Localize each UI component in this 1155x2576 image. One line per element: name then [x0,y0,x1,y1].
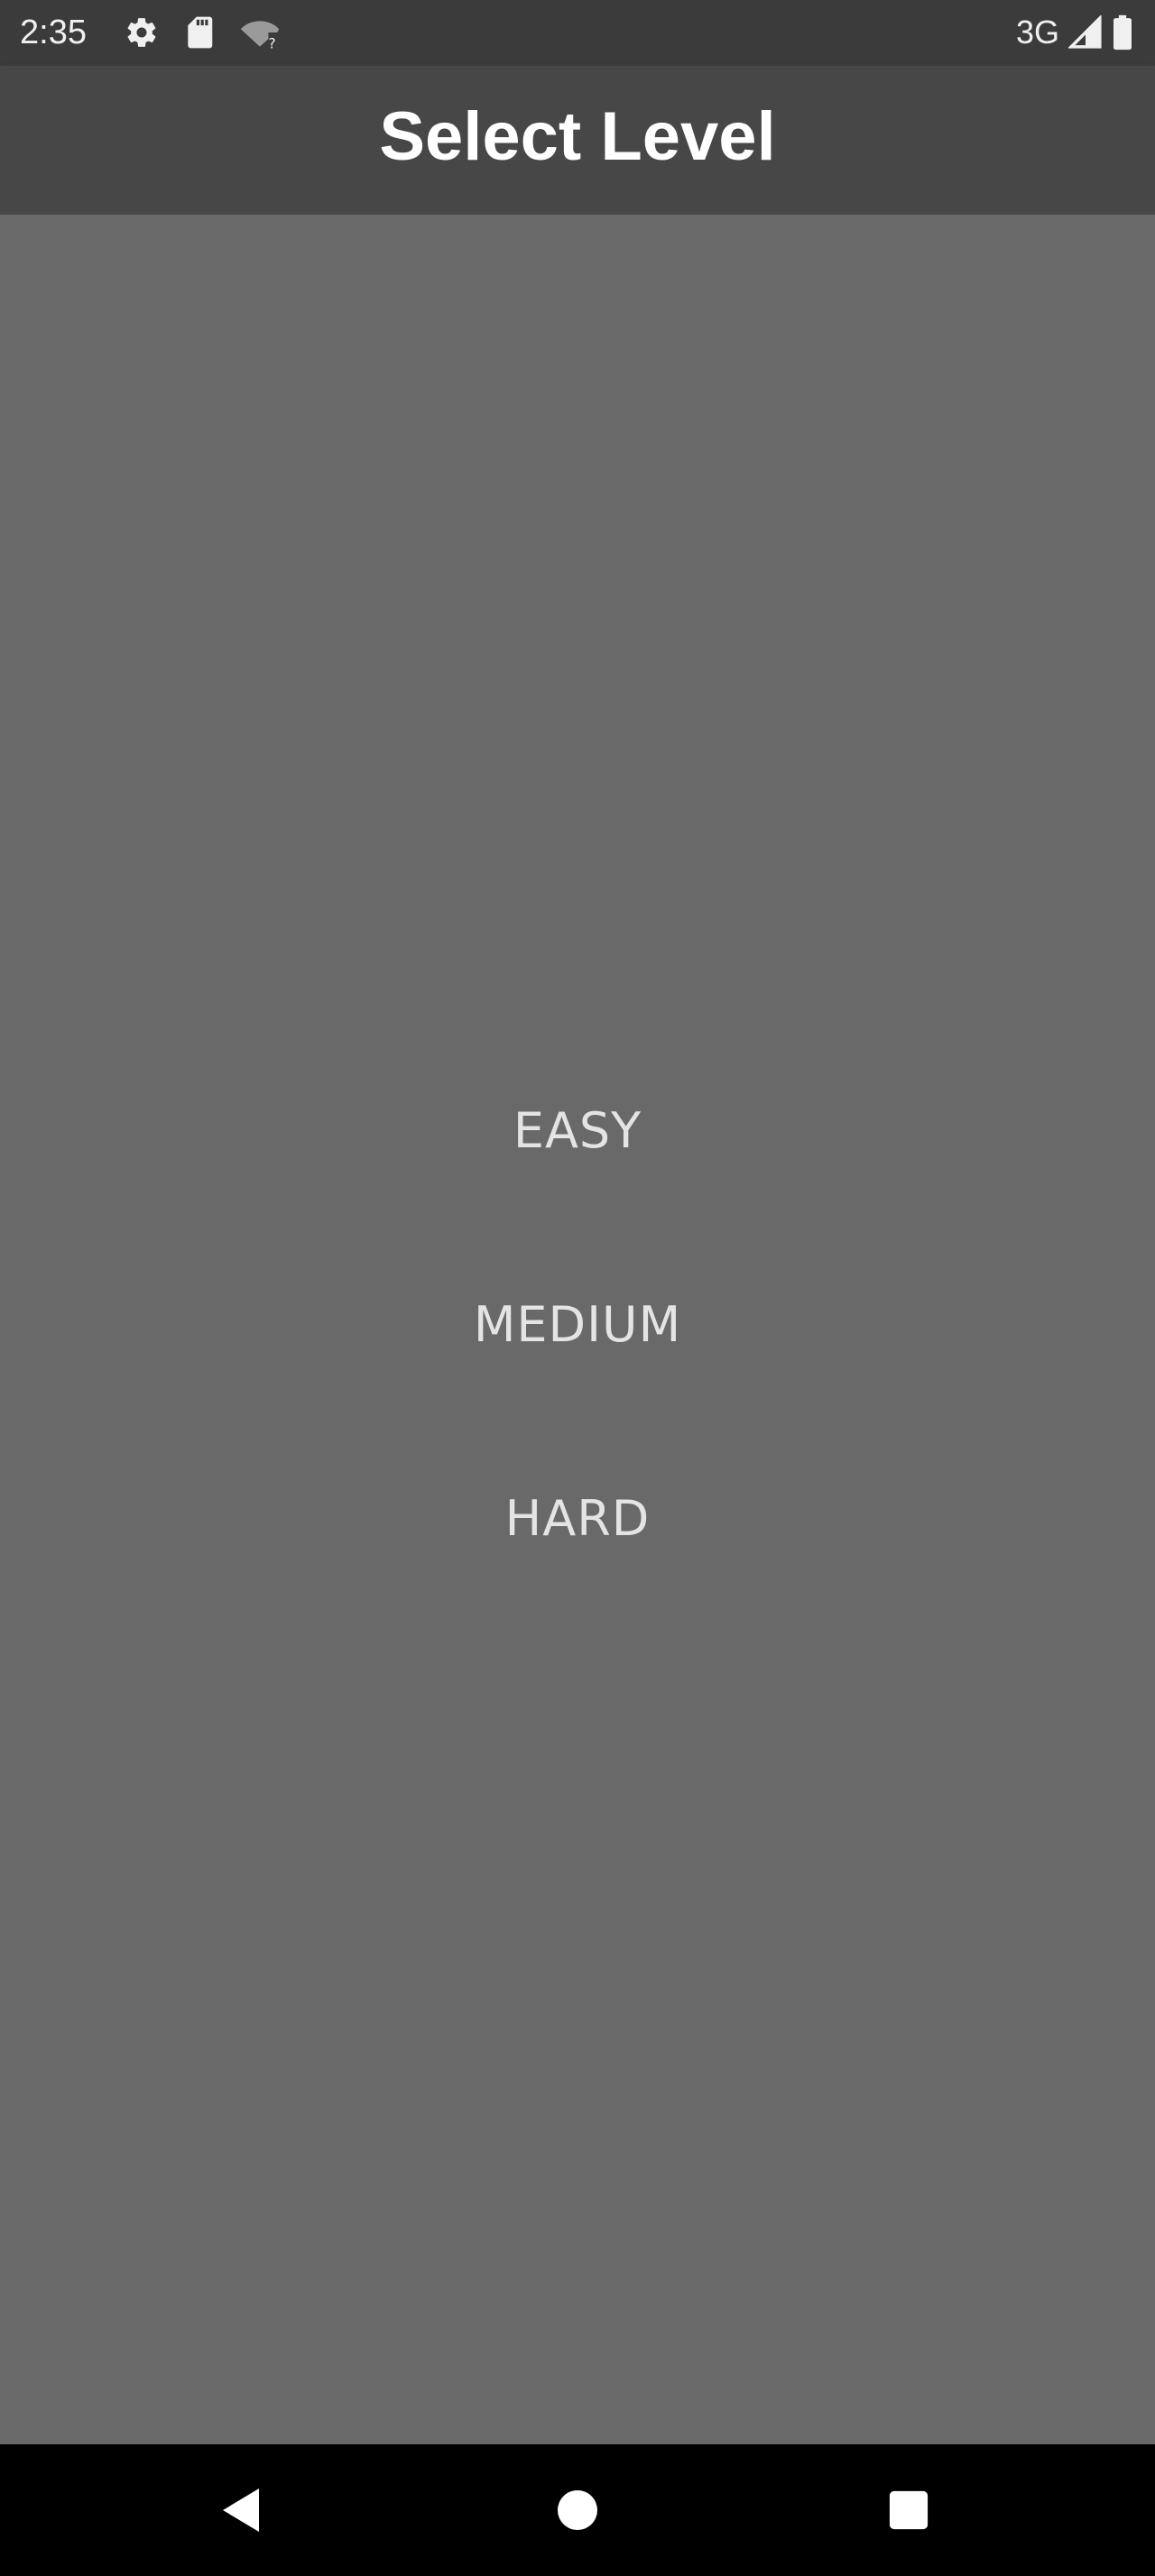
navigation-bar [0,2444,1155,2576]
back-icon[interactable] [200,2470,282,2551]
status-system-icons: 3G [1016,13,1133,52]
status-bar: 2:35 ? 3G [0,0,1155,66]
svg-text:?: ? [268,34,275,50]
easy-level-button[interactable]: EASY [415,1063,740,1198]
settings-icon [125,15,159,50]
page-title: Select Level [379,98,776,175]
cell-signal-icon [1068,15,1103,50]
hard-level-button[interactable]: HARD [415,1450,740,1586]
recents-icon[interactable] [868,2470,949,2551]
level-select-content: EASY MEDIUM HARD [0,215,1155,2444]
app-bar: Select Level [0,66,1155,215]
status-notification-icons: ? [125,14,280,51]
battery-icon [1112,14,1133,51]
sd-card-icon [184,15,215,50]
level-list: EASY MEDIUM HARD [0,1063,1155,1644]
home-icon[interactable] [537,2470,618,2551]
network-type: 3G [1015,14,1059,51]
status-time: 2:35 [20,14,87,51]
wifi-unknown-icon: ? [240,15,280,50]
medium-level-button[interactable]: MEDIUM [415,1256,740,1392]
screen: 2:35 ? 3G Select Level EASY MEDIUM HARD [0,0,1155,2576]
